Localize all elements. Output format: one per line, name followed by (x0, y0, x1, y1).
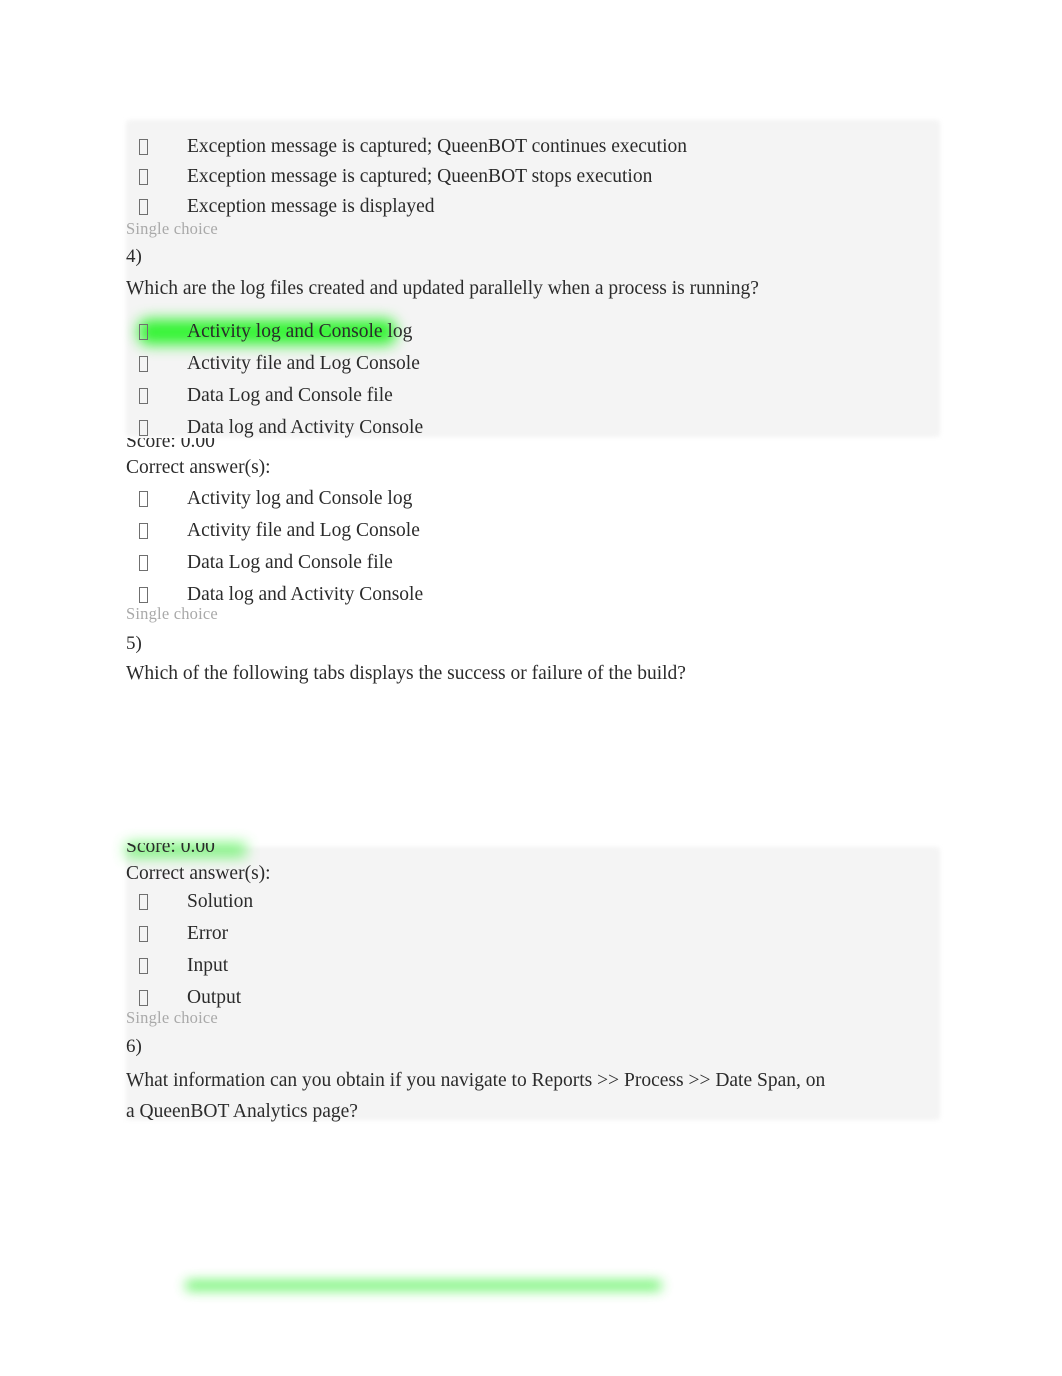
bullet-box-icon (139, 324, 148, 340)
bullet-box-icon (139, 169, 148, 185)
question-4-correct-answers-label: Correct answer(s): (126, 457, 271, 478)
correct-answer-label: Error (187, 923, 229, 944)
document-content: Exception message is captured; QueenBOT … (0, 0, 1062, 1376)
bullet-box-icon (139, 523, 148, 539)
option-label: Activity log and Console log (187, 321, 413, 342)
question-5-correct-answers: Solution Error Input Output (126, 886, 940, 1014)
question-4-options: Activity log and Console log Activity fi… (126, 316, 940, 444)
correct-answer-row: Data log and Activity Console (126, 579, 940, 611)
correct-answer-row: Data Log and Console file (126, 547, 940, 579)
option-row[interactable]: Activity file and Log Console (126, 348, 940, 380)
option-label: Exception message is displayed (187, 196, 435, 217)
correct-answer-label: Activity file and Log Console (187, 520, 420, 541)
bullet-box-icon (139, 555, 148, 571)
correct-answer-label: Data Log and Console file (187, 552, 393, 573)
document-page: Exception message is captured; QueenBOT … (0, 0, 1062, 1376)
correct-answer-row: Activity file and Log Console (126, 515, 940, 547)
correct-answer-label: Data log and Activity Console (187, 584, 424, 605)
option-row[interactable]: Exception message is captured; QueenBOT … (126, 131, 940, 163)
question-5-prompt: Which of the following tabs displays the… (126, 663, 686, 684)
bullet-box-icon (139, 139, 148, 155)
correct-answer-row: Output (126, 982, 940, 1014)
question-6-number: 6) (126, 1036, 142, 1057)
bullet-box-icon (139, 990, 148, 1006)
correct-answer-label: Input (187, 955, 229, 976)
correct-answer-label: Solution (187, 891, 254, 912)
question-4-type-label: Single choice (126, 604, 218, 623)
correct-answer-row: Solution (126, 886, 940, 918)
question-4-correct-answers: Activity log and Console log Activity fi… (126, 483, 940, 611)
option-row-selected[interactable]: Activity log and Console log (126, 316, 940, 348)
bullet-box-icon (139, 958, 148, 974)
question-4-prompt: Which are the log files created and upda… (126, 278, 759, 299)
option-label: Data Log and Console file (187, 385, 393, 406)
option-label: Activity file and Log Console (187, 353, 420, 374)
option-label: Exception message is captured; QueenBOT … (187, 136, 687, 157)
bullet-box-icon (139, 926, 148, 942)
correct-answer-label: Output (187, 987, 242, 1008)
correct-answer-label: Activity log and Console log (187, 488, 413, 509)
bullet-box-icon (139, 587, 148, 603)
option-label: Exception message is captured; QueenBOT … (187, 166, 653, 187)
option-row[interactable]: Data Log and Console file (126, 380, 940, 412)
question-5-type-label: Single choice (126, 1008, 218, 1027)
correct-answer-row: Activity log and Console log (126, 483, 940, 515)
question-5-correct-answers-label: Correct answer(s): (126, 863, 271, 884)
question-4-score: Score: 0.00 (126, 438, 215, 452)
bullet-box-icon (139, 388, 148, 404)
option-row[interactable]: Exception message is displayed (126, 191, 940, 223)
correct-answer-row: Input (126, 950, 940, 982)
bullet-box-icon (139, 356, 148, 372)
question-5-number: 5) (126, 633, 142, 654)
bullet-box-icon (139, 491, 148, 507)
question-3-options: Exception message is captured; QueenBOT … (126, 131, 940, 223)
bullet-box-icon (139, 420, 148, 436)
option-label: Data log and Activity Console (187, 417, 424, 438)
question-5-score: Score: 0.00 (126, 843, 215, 857)
question-6-prompt: What information can you obtain if you n… (126, 1070, 826, 1122)
bullet-box-icon (139, 199, 148, 215)
question-3-type-label: Single choice (126, 219, 218, 238)
bullet-box-icon (139, 894, 148, 910)
correct-answer-row: Error (126, 918, 940, 950)
option-row[interactable]: Exception message is captured; QueenBOT … (126, 161, 940, 193)
question-4-number: 4) (126, 246, 142, 267)
